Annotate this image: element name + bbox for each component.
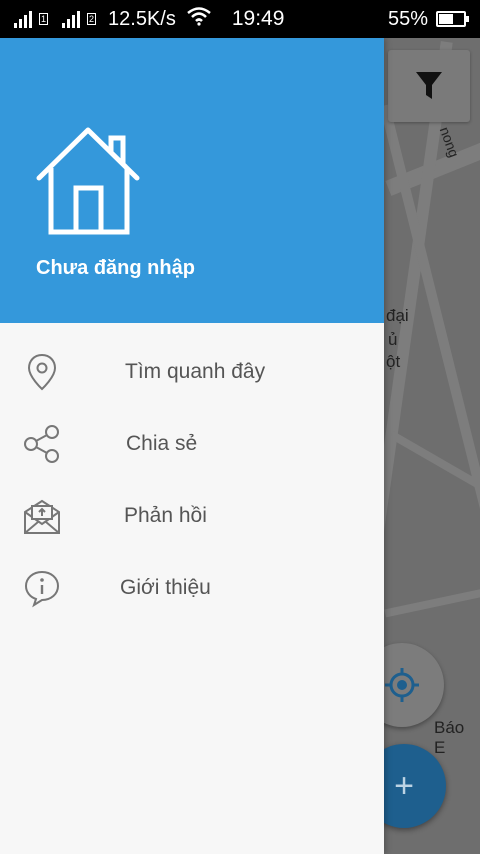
plus-icon: + xyxy=(394,766,414,805)
filter-button[interactable] xyxy=(388,50,470,122)
share-icon xyxy=(22,424,62,464)
battery-icon xyxy=(436,11,469,27)
battery-percent: 55% xyxy=(387,7,428,30)
map-label: đại xyxy=(386,306,409,325)
menu-item-share[interactable]: Chia sẻ xyxy=(0,408,384,480)
network-speed: 12.5K/s xyxy=(108,7,176,30)
drawer-header[interactable]: Chưa đăng nhập xyxy=(0,38,384,323)
map-label: nong xyxy=(436,124,463,160)
menu-item-label: Phản hồi xyxy=(124,504,207,527)
feedback-envelope-icon xyxy=(22,496,62,536)
signal-icon xyxy=(62,10,81,28)
wifi-icon xyxy=(186,6,212,32)
menu-item-label: Chia sẻ xyxy=(126,432,198,455)
crosshair-icon xyxy=(385,668,419,702)
sim1-badge: 1 xyxy=(39,13,49,25)
login-status-label[interactable]: Chưa đăng nhập xyxy=(36,257,195,280)
sim2-badge: 2 xyxy=(87,13,97,25)
house-icon xyxy=(36,127,140,235)
signal-icon xyxy=(14,10,32,28)
menu-item-feedback[interactable]: Phản hồi xyxy=(0,480,384,552)
menu-item-label: Giới thiệu xyxy=(120,576,211,599)
clock: 19:49 xyxy=(231,7,285,30)
info-icon xyxy=(22,568,62,608)
filter-icon xyxy=(416,72,442,99)
location-pin-icon xyxy=(22,352,62,392)
navigation-drawer: Chưa đăng nhập Tìm quanh đây Chia sẻ Phả… xyxy=(0,38,384,854)
menu-item-nearby[interactable]: Tìm quanh đây xyxy=(0,336,384,408)
map-label: Báo E xyxy=(434,718,465,757)
menu-item-label: Tìm quanh đây xyxy=(125,360,266,383)
map-label: ủ xyxy=(388,330,398,349)
drawer-menu: Tìm quanh đây Chia sẻ Phản hồi Giới thiệ… xyxy=(0,323,384,624)
status-bar: 1 2 12.5K/s 19:49 55% xyxy=(0,0,480,38)
map-label: ột xyxy=(386,352,401,371)
menu-item-about[interactable]: Giới thiệu xyxy=(0,552,384,624)
